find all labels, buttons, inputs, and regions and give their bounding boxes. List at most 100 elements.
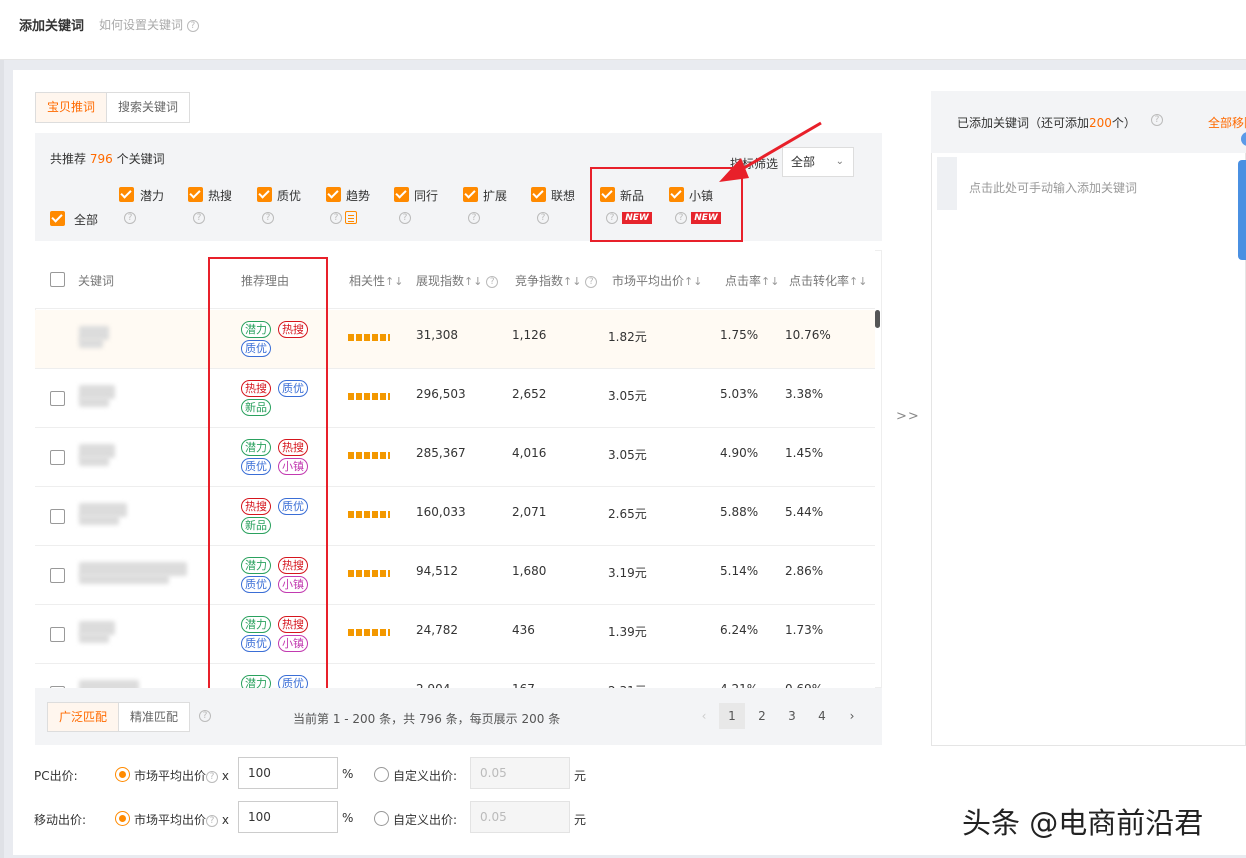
col-cvr-label: 点击转化率 [789,274,850,288]
question-icon[interactable]: ? [1151,114,1163,126]
keyword-redacted [79,574,169,584]
table-scrollbar[interactable] [875,310,880,328]
tab-exact-match[interactable]: 精准匹配 [119,703,189,731]
col-competition[interactable]: 竞争指数↑↓ ? [515,272,598,289]
mobile-percent-input[interactable]: 100 [238,801,338,833]
sort-icon: ↑↓ [563,275,582,288]
col-impression[interactable]: 展现指数↑↓ ? [416,272,499,289]
col-avg-bid[interactable]: 市场平均出价↑↓ [612,272,702,289]
match-type-tabs: 广泛匹配 精准匹配 [47,702,191,732]
checkbox-lianxiang[interactable] [531,187,546,202]
cell-avg-bid: 2.65元 [608,507,647,521]
page-4[interactable]: 4 [809,703,835,729]
row-checkbox[interactable] [50,627,65,642]
checkbox-zhiyou[interactable] [257,187,272,202]
cell-impression: 24,782 [416,623,458,637]
col-cvr[interactable]: 点击转化率↑↓ [789,272,867,289]
row-checkbox[interactable] [50,391,65,406]
input-gutter [937,157,957,210]
col-ctr[interactable]: 点击率↑↓ [725,272,779,289]
checkbox-kuozhan[interactable] [463,187,478,202]
help-link[interactable]: 如何设置关键词 ? [99,16,199,33]
cell-competition: 1,680 [512,564,547,578]
mobile-bid-label: 移动出价: [34,813,87,827]
checkbox-all[interactable] [50,211,65,226]
mobile-custom-input[interactable]: 0.05 [470,801,570,833]
pc-market-avg-text: 市场平均出价 [134,769,207,783]
sort-icon: ↑↓ [849,275,868,288]
sort-icon: ↑↓ [684,275,703,288]
cell-avg-bid: 1.82元 [608,330,647,344]
sort-icon: ↑↓ [464,275,483,288]
transfer-button[interactable]: >> [896,409,920,424]
col-ctr-label: 点击率 [725,274,762,288]
annotation-box-reason-column [208,257,328,699]
table-row[interactable]: 潜力 热搜 质优 小镇 94,512 1,680 3.19元 5.14% 2.86% [35,546,875,605]
row-checkbox[interactable] [50,450,65,465]
percent-sign: % [342,811,354,825]
checkbox-qianli[interactable] [119,187,134,202]
label-qianli: 潜力 [140,189,165,203]
added-keywords-title: 已添加关键词（还可添加200个） [957,114,1136,131]
page-2[interactable]: 2 [749,703,775,729]
relevance-bars [348,511,390,518]
pc-bid-label: PC出价: [34,769,78,783]
cell-ctr: 1.75% [720,328,759,342]
row-checkbox[interactable] [50,568,65,583]
question-icon[interactable]: ? [193,212,205,224]
next-page-icon[interactable]: › [839,703,865,729]
total-suffix: 个关键词 [116,152,165,166]
question-icon[interactable]: ? [537,212,549,224]
floating-side-panel[interactable] [1238,160,1246,260]
col-relevance[interactable]: 相关性↑↓ [349,272,403,289]
col-avg-bid-label: 市场平均出价 [612,274,685,288]
cell-impression: 160,033 [416,505,466,519]
checkbox-tonghang[interactable] [394,187,409,202]
label-resou: 热搜 [208,189,233,203]
source-tabs: 宝贝推词 搜索关键词 [35,92,191,123]
mobile-market-avg-radio[interactable] [115,811,130,826]
pc-custom-input[interactable]: 0.05 [470,757,570,789]
pc-market-avg-label: 市场平均出价? x [134,767,229,784]
trend-report-icon[interactable] [345,211,357,224]
pc-custom-radio[interactable] [374,767,389,782]
currency-unit: 元 [574,769,587,783]
prev-page-icon[interactable]: ‹ [691,703,717,729]
checkbox-resou[interactable] [188,187,203,202]
cell-ctr: 5.14% [720,564,759,578]
page-3[interactable]: 3 [779,703,805,729]
table-row[interactable]: 热搜 质优 新品 160,033 2,071 2.65元 5.88% 5.44% [35,487,875,546]
select-all-checkbox[interactable] [50,272,65,287]
mobile-market-avg-text: 市场平均出价 [134,813,207,827]
remove-all-button[interactable]: 全部移除 [1208,114,1246,131]
question-icon[interactable]: ? [262,212,274,224]
cell-avg-bid: 3.05元 [608,389,647,403]
sort-icon: ↑↓ [761,275,780,288]
label-tonghang: 同行 [414,189,439,203]
cell-impression: 94,512 [416,564,458,578]
pc-market-avg-radio[interactable] [115,767,130,782]
cell-competition: 436 [512,623,535,637]
question-icon[interactable]: ? [124,212,136,224]
col-relevance-label: 相关性 [349,274,386,288]
question-icon[interactable]: ? [330,212,342,224]
tab-search-keyword[interactable]: 搜索关键词 [107,93,189,122]
label-zhiyou: 质优 [277,189,302,203]
question-icon[interactable]: ? [199,710,211,722]
pc-percent-input[interactable]: 100 [238,757,338,789]
checkbox-qushi[interactable] [326,187,341,202]
tab-recommended[interactable]: 宝贝推词 [36,93,108,122]
row-checkbox[interactable] [50,509,65,524]
table-row[interactable]: 热搜 质优 新品 296,503 2,652 3.05元 5.03% 3.38% [35,369,875,428]
question-icon[interactable]: ? [399,212,411,224]
tab-broad-match[interactable]: 广泛匹配 [48,703,120,731]
mobile-custom-radio[interactable] [374,811,389,826]
table-row[interactable]: 潜力 热搜 质优 31,308 1,126 1.82元 1.75% 10.76% [35,310,875,369]
page-1[interactable]: 1 [719,703,745,729]
table-row[interactable]: 潜力 热搜 质优 小镇 285,367 4,016 3.05元 4.90% 1.45% [35,428,875,487]
checkbox-all-label: 全部 [74,213,99,227]
manual-keyword-input[interactable]: 点击此处可手动输入添加关键词 [937,157,1242,210]
question-icon[interactable]: ? [468,212,480,224]
recommend-total: 共推荐 796 个关键词 [50,150,165,167]
table-row[interactable]: 潜力 热搜 质优 小镇 24,782 436 1.39元 6.24% 1.73% [35,605,875,664]
